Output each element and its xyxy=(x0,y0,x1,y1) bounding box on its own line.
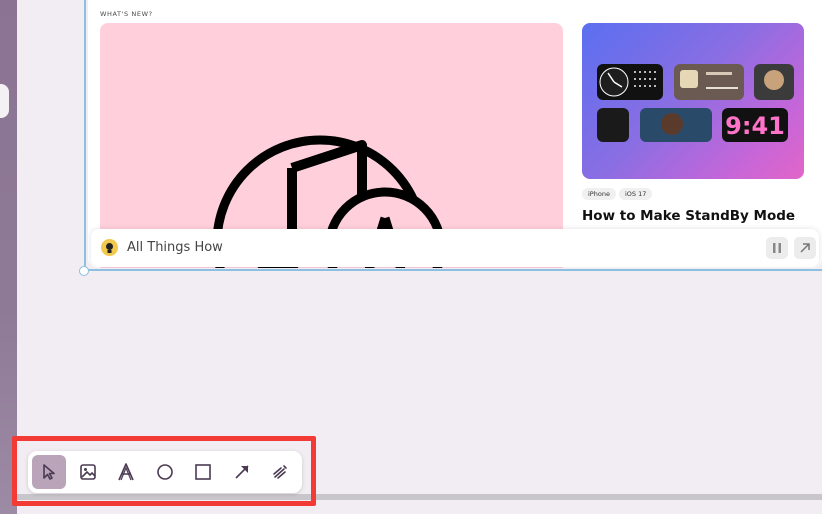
sidebar-toggle[interactable] xyxy=(0,84,9,118)
drawing-toolbar xyxy=(28,451,302,493)
select-tool[interactable] xyxy=(32,455,66,489)
arrow-icon xyxy=(235,465,249,479)
text-icon xyxy=(118,463,134,481)
arrow-tool[interactable] xyxy=(225,455,259,489)
cursor-icon xyxy=(43,464,55,480)
scribble-icon xyxy=(273,465,287,479)
image-icon xyxy=(80,464,96,480)
square-icon xyxy=(195,464,211,480)
draw-tool[interactable] xyxy=(263,455,297,489)
ellipse-tool[interactable] xyxy=(148,455,182,489)
image-tool[interactable] xyxy=(71,455,105,489)
circle-icon xyxy=(157,464,173,480)
rectangle-tool[interactable] xyxy=(186,455,220,489)
selection-frame xyxy=(84,0,822,271)
text-tool[interactable] xyxy=(109,455,143,489)
resize-handle[interactable] xyxy=(79,266,89,276)
